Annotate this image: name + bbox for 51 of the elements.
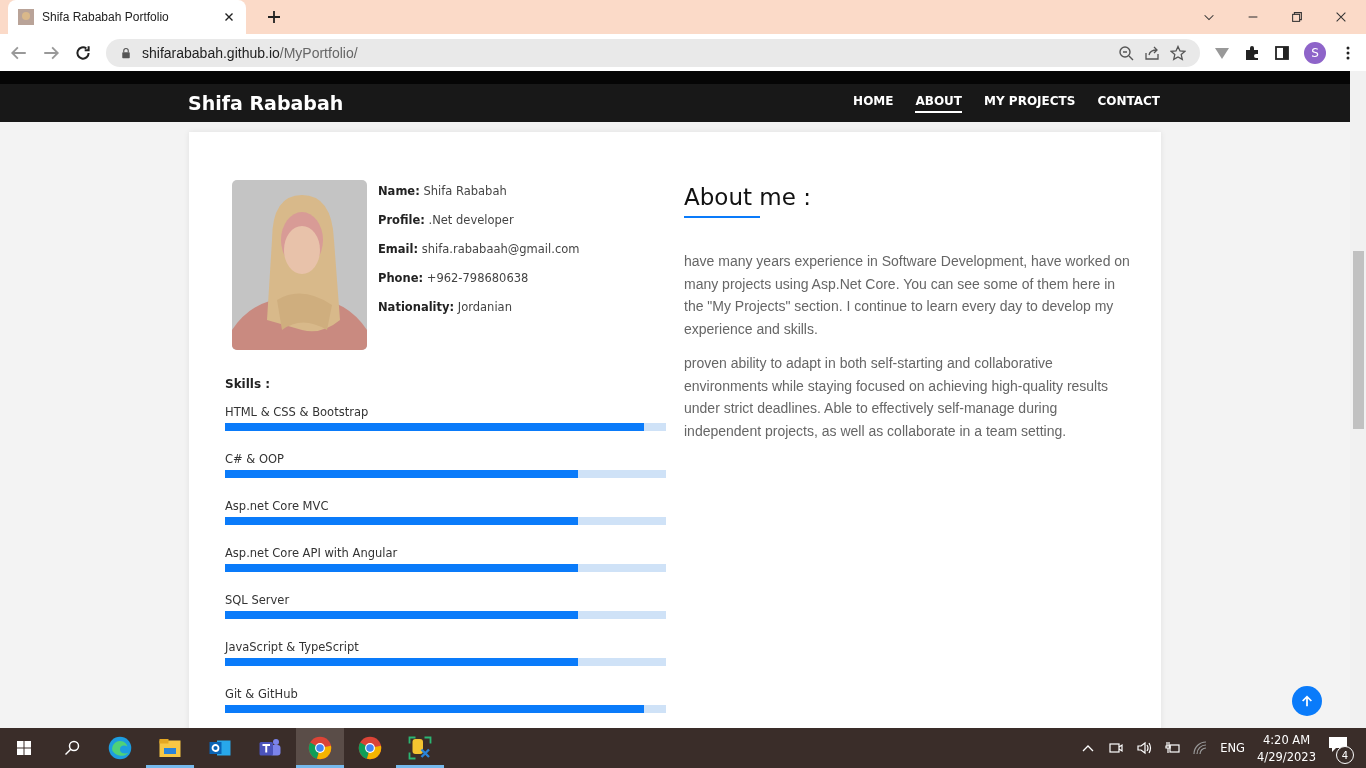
skills-title: Skills : (225, 377, 272, 391)
camera-icon[interactable] (1108, 740, 1125, 756)
brand-name[interactable]: Shifa Rababah (188, 92, 832, 114)
side-panel-icon[interactable] (1274, 44, 1290, 61)
about-title: About me : (684, 184, 812, 210)
address-bar[interactable]: shifarababah.github.io/MyPortfolio/ (106, 38, 1200, 67)
skill-name: C# & OOP (225, 452, 285, 466)
wifi-icon[interactable] (1192, 740, 1209, 756)
about-paragraph: proven ability to adapt in both self-starting and collaborative environments while staying focused on achieving high-quality results under strict deadlines. Able to effectively self-manage during independent projects, as well as collaborate in a team setting. (684, 354, 1110, 441)
chrome-icon[interactable] (308, 736, 332, 760)
profile-detail: Phone: +962-798680638 (378, 271, 530, 285)
share-icon[interactable] (1144, 44, 1160, 61)
zoom-out-icon[interactable] (1118, 44, 1134, 61)
windows-icon[interactable] (16, 740, 32, 756)
lock-icon (120, 46, 132, 59)
reload-icon[interactable] (74, 43, 92, 62)
profile-detail: Name: Shifa Rababah (378, 184, 508, 198)
skill-name: JavaScript & TypeScript (225, 640, 360, 654)
edge-icon[interactable] (108, 736, 132, 760)
skill-name: Git & GitHub (225, 687, 299, 701)
star-icon[interactable] (1170, 44, 1186, 61)
skill-name: SQL Server (225, 593, 291, 607)
arrow-up-icon (1300, 694, 1314, 708)
nav-link[interactable]: MY PROJECTS (984, 93, 1076, 113)
nav-link[interactable]: ABOUT (915, 93, 963, 113)
skill-name: HTML & CSS & Bootstrap (225, 405, 370, 419)
favicon (18, 9, 34, 25)
nav-link[interactable]: CONTACT (1097, 93, 1160, 113)
search-icon[interactable] (64, 740, 80, 756)
scroll-top-button[interactable] (1292, 686, 1322, 716)
chrome-icon[interactable] (358, 736, 382, 760)
profile-avatar[interactable]: S (1304, 41, 1326, 64)
restore-icon[interactable] (1290, 10, 1304, 24)
profile-detail: Nationality: Jordanian (378, 300, 513, 314)
puzzle-icon[interactable] (1244, 44, 1260, 61)
toolbox-icon[interactable] (408, 736, 432, 760)
battery-icon[interactable] (1164, 740, 1181, 756)
close-icon[interactable] (1334, 10, 1348, 24)
new-tab-icon[interactable] (266, 9, 282, 25)
about-paragraph: have many years experience in Software Development, have worked on many projects using Asp.Net Core. You can see some of them here in the "My Projects" section. I continue to learn every day to develop my experience and skills. (684, 252, 1131, 339)
profile-detail: Email: shifa.rababaah@gmail.com (378, 242, 580, 256)
skill-name: Asp.net Core MVC (225, 499, 330, 513)
nav-link[interactable]: HOME (853, 93, 894, 113)
browser-tab[interactable]: Shifa Rababah Portfolio (8, 0, 246, 34)
skill-name: Asp.net Core API with Angular (225, 546, 399, 560)
language-indicator[interactable]: ENG (1220, 741, 1246, 755)
profile-detail: Profile: .Net developer (378, 213, 515, 227)
folder-icon[interactable] (158, 736, 182, 760)
tab-title: Shifa Rababah Portfolio (42, 10, 170, 24)
speaker-icon[interactable] (1136, 740, 1153, 756)
clock[interactable]: 4:20 AM 4/29/2023 (1257, 732, 1316, 764)
